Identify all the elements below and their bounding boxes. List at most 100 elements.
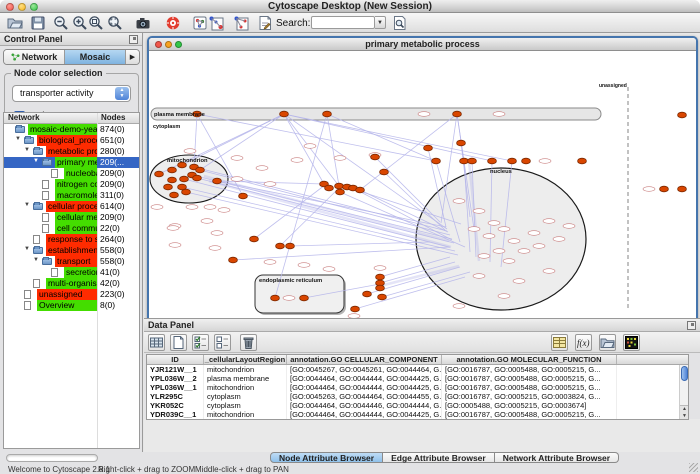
- network-label[interactable]: unassigned: [37, 289, 97, 300]
- network-node[interactable]: [678, 186, 687, 192]
- table-scrollbar[interactable]: ▲▼: [679, 365, 688, 419]
- table-cell[interactable]: [GO:0044464, GO:0044444, GO:0044425, G..…: [287, 374, 442, 383]
- network-node[interactable]: [351, 306, 360, 312]
- disclosure-triangle-icon[interactable]: ▼: [15, 136, 21, 142]
- table-cell[interactable]: [GO:0045263, GO:0044464, GO:0044455, G..…: [287, 392, 442, 401]
- network-label[interactable]: secretion: [64, 267, 97, 278]
- network-node[interactable]: [376, 274, 385, 280]
- network-node[interactable]: [164, 184, 173, 190]
- network-node[interactable]: [578, 158, 587, 164]
- help-icon[interactable]: [165, 15, 181, 31]
- table-cell[interactable]: [GO:0044464, GO:0044446, GO:0044444, G..…: [287, 401, 442, 410]
- scrollbar-arrows[interactable]: ▲▼: [680, 405, 689, 419]
- table-cell[interactable]: YJR121W__1: [147, 365, 204, 374]
- network-label[interactable]: mosaic-demo-yeast: [28, 124, 97, 135]
- network-node[interactable]: [488, 158, 497, 164]
- network-label[interactable]: nucleobase-: [64, 168, 97, 179]
- network-node[interactable]: [371, 154, 380, 160]
- network-node[interactable]: [168, 177, 177, 183]
- network-node[interactable]: [363, 291, 372, 297]
- network-node[interactable]: [468, 158, 477, 164]
- network-node[interactable]: [376, 285, 385, 291]
- scrollbar-thumb[interactable]: [681, 366, 688, 381]
- table-row[interactable]: YKR052Ccytoplasm[GO:0044464, GO:0044446,…: [147, 401, 688, 410]
- network-node[interactable]: [196, 167, 205, 173]
- disclosure-triangle-icon[interactable]: ▼: [24, 147, 30, 153]
- tab-node-attribute-browser[interactable]: Node Attribute Browser: [270, 452, 383, 463]
- table-cell[interactable]: YKR052C: [147, 401, 204, 410]
- zoom-out-icon[interactable]: [53, 15, 69, 31]
- float-panel-icon[interactable]: [129, 35, 138, 44]
- table-cell[interactable]: [GO:0044464, GO:0044444, GO:0044425, G..…: [287, 383, 442, 392]
- network-node[interactable]: [325, 185, 334, 191]
- network-node[interactable]: [182, 189, 191, 195]
- network-node[interactable]: [271, 295, 280, 301]
- column-header[interactable]: ID: [147, 355, 204, 364]
- network-tree-row[interactable]: cell communicat22(0): [4, 223, 139, 234]
- table-cell[interactable]: [GO:0016787, GO:0005488, GO:0005215, G..…: [442, 383, 617, 392]
- network-tree-row[interactable]: ▼cellular process614(0): [4, 201, 139, 212]
- network-node[interactable]: [460, 158, 469, 164]
- network-label[interactable]: multi-organism pro: [46, 278, 97, 289]
- table-cell[interactable]: YPL036W__1: [147, 383, 204, 392]
- network-tree-row[interactable]: nitrogen compo209(0): [4, 179, 139, 190]
- node-color-dropdown[interactable]: transporter activity ▲▼: [12, 85, 131, 102]
- snapshot-icon[interactable]: [135, 15, 151, 31]
- network-view-window[interactable]: primary metabolic process plasma membran…: [147, 36, 698, 335]
- column-header[interactable]: _cellularLayoutRegion: [204, 355, 287, 364]
- network-node[interactable]: [280, 111, 289, 117]
- network-node[interactable]: [457, 140, 466, 146]
- network-node[interactable]: [168, 167, 177, 173]
- network-tree-row[interactable]: ▼transport558(0): [4, 256, 139, 267]
- table-cell[interactable]: plasma membrane: [204, 374, 287, 383]
- network-node[interactable]: [378, 294, 387, 300]
- edge-editor-icon[interactable]: [233, 15, 249, 31]
- network-label[interactable]: establishment of lo: [46, 245, 97, 256]
- network-node[interactable]: [250, 236, 259, 242]
- float-data-panel-icon[interactable]: [687, 321, 696, 330]
- table-row[interactable]: YDR039C__1mitochondrion[GO:0044464, GO:0…: [147, 410, 688, 419]
- network-tree-row[interactable]: cellular metabol209(0): [4, 212, 139, 223]
- network-node[interactable]: [300, 295, 309, 301]
- network-node[interactable]: [229, 257, 238, 263]
- table-cell[interactable]: [GO:0016787, GO:0005488, GO:0005215, G..…: [442, 410, 617, 419]
- tab-mosaic[interactable]: Mosaic: [65, 50, 126, 64]
- network-node[interactable]: [213, 178, 222, 184]
- table-cell[interactable]: [GO:0044464, GO:0044444, GO:0044425, G..…: [287, 410, 442, 419]
- network-label[interactable]: cell communicat: [55, 223, 97, 234]
- network-tree-row[interactable]: ▼establishment of lo558(0): [4, 245, 139, 256]
- network-node[interactable]: [286, 243, 295, 249]
- tab-network[interactable]: Network: [4, 50, 65, 64]
- attribute-matrix-icon[interactable]: [623, 334, 640, 351]
- network-node[interactable]: [678, 112, 687, 118]
- network-tree-row[interactable]: nucleobase-209(0): [4, 168, 139, 179]
- network-tree-row[interactable]: unassigned223(0): [4, 289, 139, 300]
- network-label[interactable]: response to stimulu: [46, 234, 97, 245]
- network-node[interactable]: [323, 111, 332, 117]
- network-label[interactable]: metabolic process: [46, 146, 97, 157]
- column-header[interactable]: annotation.GO MOLECULAR_FUNCTION: [442, 355, 617, 364]
- search-input[interactable]: [311, 16, 375, 29]
- formula-builder-icon[interactable]: f(x): [575, 334, 592, 351]
- disclosure-triangle-icon[interactable]: ▼: [24, 246, 30, 252]
- network-label[interactable]: nitrogen compo: [55, 179, 97, 190]
- open-session-icon[interactable]: [7, 15, 23, 31]
- network-canvas[interactable]: plasma membranecytoplasmmitochondrionnuc…: [149, 51, 696, 333]
- search-dropdown-arrow[interactable]: ▼: [375, 16, 386, 29]
- network-node[interactable]: [522, 158, 531, 164]
- table-cell[interactable]: [GO:0016787, GO:0005488, GO:0005215, G..…: [442, 374, 617, 383]
- advanced-search-icon[interactable]: [392, 15, 408, 31]
- disclosure-triangle-icon[interactable]: ▼: [33, 257, 39, 263]
- zoom-in-icon[interactable]: [72, 15, 88, 31]
- node-editor-icon[interactable]: [208, 15, 224, 31]
- network-tree-row[interactable]: Overview8(0): [4, 300, 139, 311]
- select-attributes-icon[interactable]: [148, 334, 165, 351]
- table-cell[interactable]: mitochondrion: [204, 410, 287, 419]
- create-attribute-icon[interactable]: [170, 334, 187, 351]
- table-cell[interactable]: YDR039C__1: [147, 410, 204, 419]
- network-window-titlebar[interactable]: primary metabolic process: [149, 38, 696, 51]
- table-row[interactable]: YLR295Ccytoplasm[GO:0045263, GO:0044464,…: [147, 392, 688, 401]
- tab-edge-attribute-browser[interactable]: Edge Attribute Browser: [383, 452, 495, 463]
- network-label[interactable]: cellular metabol: [55, 212, 97, 223]
- network-label[interactable]: macromolecule: [55, 190, 97, 201]
